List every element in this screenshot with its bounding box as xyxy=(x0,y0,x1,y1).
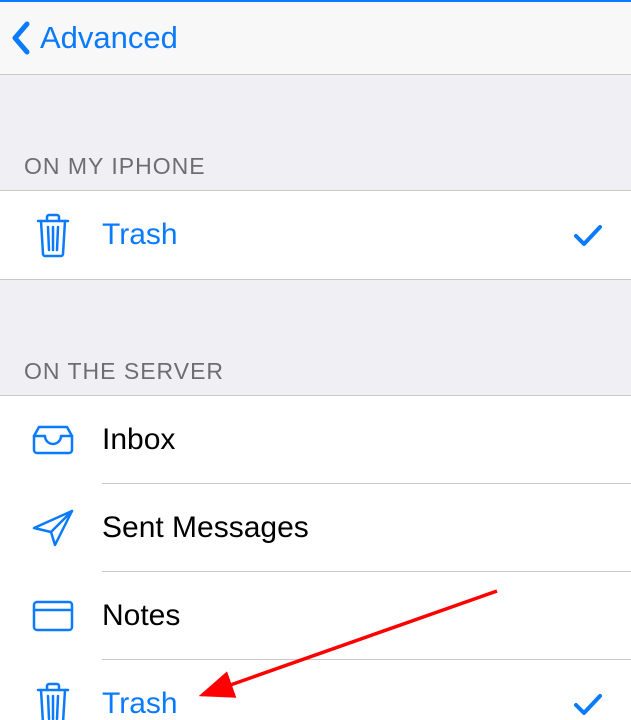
sent-icon xyxy=(28,508,78,548)
section-header-on-my-iphone: ON MY IPHONE xyxy=(0,153,631,190)
row-sent-messages[interactable]: Sent Messages xyxy=(0,484,631,572)
checkmark-icon xyxy=(563,692,603,716)
row-trash-server[interactable]: Trash xyxy=(0,660,631,720)
checkmark-icon xyxy=(563,223,603,247)
row-label: Trash xyxy=(102,687,563,720)
list-on-my-iphone: Trash xyxy=(0,190,631,280)
chevron-left-icon xyxy=(12,21,30,55)
back-label[interactable]: Advanced xyxy=(40,20,178,56)
folder-icon xyxy=(28,598,78,634)
row-label: Sent Messages xyxy=(102,511,563,545)
row-label: Trash xyxy=(102,218,563,252)
trash-icon xyxy=(28,212,78,258)
row-trash-local[interactable]: Trash xyxy=(0,191,631,279)
trash-icon xyxy=(28,681,78,720)
group-spacer xyxy=(0,280,631,358)
section-header-on-the-server: ON THE SERVER xyxy=(0,358,631,395)
inbox-icon xyxy=(28,424,78,456)
row-label: Notes xyxy=(102,599,563,633)
row-notes[interactable]: Notes xyxy=(0,572,631,660)
nav-bar: Advanced xyxy=(0,2,631,75)
row-inbox[interactable]: Inbox xyxy=(0,396,631,484)
group-spacer xyxy=(0,75,631,153)
list-on-the-server: Inbox Sent Messages Notes xyxy=(0,395,631,720)
back-button[interactable] xyxy=(8,16,34,60)
row-label: Inbox xyxy=(102,423,563,457)
